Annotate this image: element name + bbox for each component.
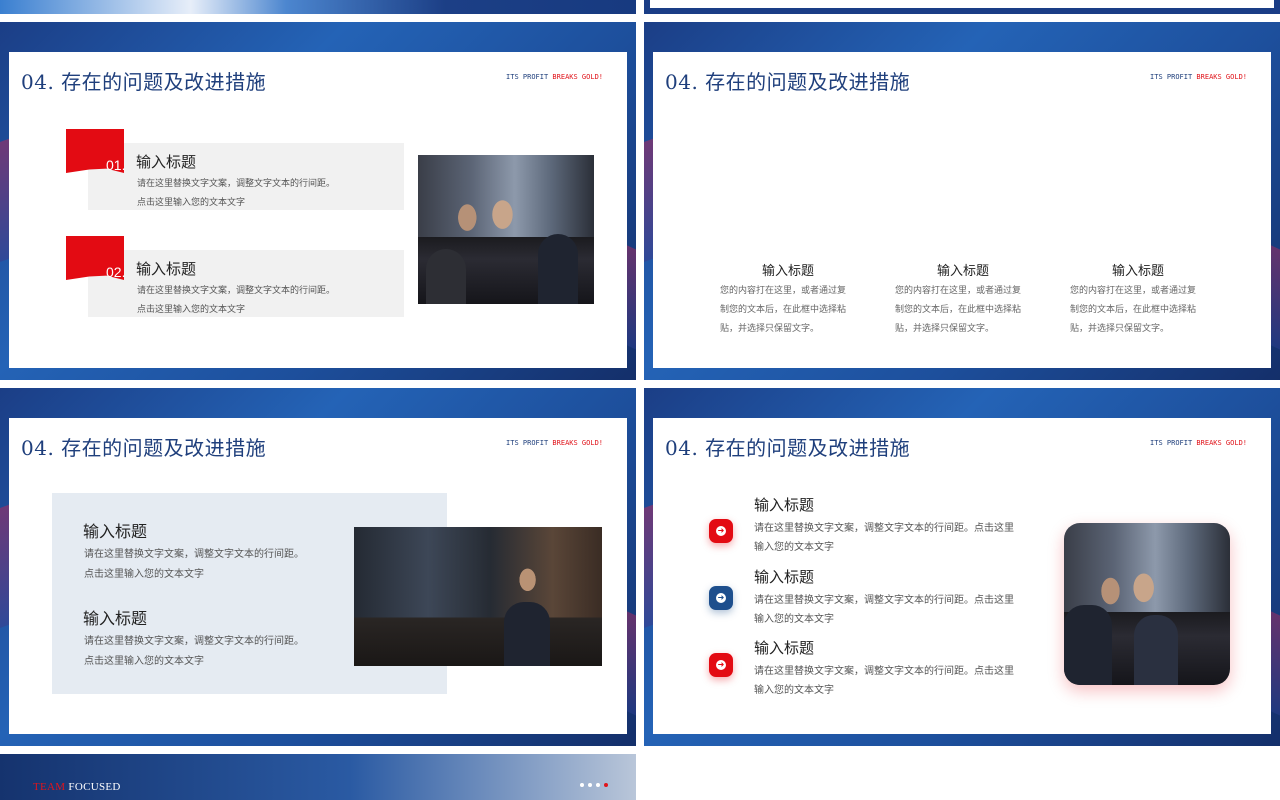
- slide-thumbnail-1[interactable]: 04. 存在的问题及改进措施 ITS PROFIT BREAKS GOLD! 0…: [0, 22, 636, 380]
- brand-text: TEAM FOCUSED: [33, 781, 121, 793]
- arrow-right-icon: ➜: [709, 653, 733, 677]
- item-body: 请在这里替换文字文案，调整文字文本的行间距。点击这里输入您的文本文字: [754, 523, 1014, 553]
- slide-card: 04. 存在的问题及改进措施 ITS PROFIT BREAKS GOLD! 0…: [9, 52, 627, 368]
- slide-title: 04. 存在的问题及改进措施: [21, 70, 267, 94]
- arrow-right-icon: ➜: [709, 519, 733, 543]
- item-number: 02.: [106, 264, 126, 280]
- meeting-photo: [1064, 523, 1230, 685]
- item-title: 输入标题: [136, 261, 197, 278]
- item-body: 您的内容打在这里，或者通过复 制您的文本后，在此框中选择粘 贴，并选择只保留文字。: [1070, 286, 1197, 334]
- slide-thumbnail-2[interactable]: 04. 存在的问题及改进措施 ITS PROFIT BREAKS GOLD! 0…: [644, 22, 1280, 380]
- item-title: 输入标题: [754, 640, 815, 657]
- list-item: 01. 输入标题 请在这里替换文字文案，调整文字文本的行间距。 点击这里输入您的文…: [66, 129, 404, 210]
- slide-tagline: ITS PROFIT BREAKS GOLD!: [1150, 73, 1247, 81]
- item-body: 请在这里替换文字文案，调整文字文本的行间距。点击这里输入您的文本文字: [137, 179, 336, 208]
- slide-tagline: ITS PROFIT BREAKS GOLD!: [506, 439, 603, 447]
- item-title: 输入标题: [754, 569, 815, 586]
- item-body: 您的内容打在这里，或者通过复 制您的文本后，在此框中选择粘 贴，并选择只保留文字。: [895, 286, 1022, 334]
- item-body: 请在这里替换文字文案，调整文字文本的行间距。点击这里输入您的文本文字: [754, 595, 1014, 625]
- item-title: 输入标题: [936, 263, 989, 278]
- meeting-photo: [418, 155, 594, 304]
- pagination-dots: [580, 783, 608, 787]
- slide-thumbnail-top-left[interactable]: [0, 0, 636, 14]
- item-title: 输入标题: [83, 611, 148, 628]
- item-title: 输入标题: [83, 524, 148, 541]
- slide-thumbnail-5[interactable]: TEAM FOCUSED: [0, 754, 636, 800]
- item-title: 输入标题: [754, 497, 815, 514]
- slide-thumbnail-4[interactable]: 04. 存在的问题及改进措施 ITS PROFIT BREAKS GOLD! ➜…: [644, 388, 1280, 746]
- item-number: 01.: [106, 157, 126, 173]
- slide-title: 04. 存在的问题及改进措施: [21, 436, 267, 460]
- arrow-right-icon: ➜: [709, 586, 733, 610]
- item-body: 请在这里替换文字文案，调整文字文本的行间距。点击这里输入您的文本文字: [137, 286, 336, 315]
- item-body: 请在这里替换文字文案，调整文字文本的行间距。点击这里输入您的文本文字: [84, 549, 304, 580]
- office-photo: [354, 527, 602, 666]
- item-body: 您的内容打在这里，或者通过复 制您的文本后，在此框中选择粘 贴，并选择只保留文字。: [720, 286, 847, 334]
- slide-tagline: ITS PROFIT BREAKS GOLD!: [506, 73, 603, 81]
- list-item: 02. 输入标题 请在这里替换文字文案，调整文字文本的行间距。 点击这里输入您的文…: [66, 236, 404, 317]
- item-title: 输入标题: [1111, 263, 1164, 278]
- slide-thumbnail-3[interactable]: 04. 存在的问题及改进措施 ITS PROFIT BREAKS GOLD! 输…: [0, 388, 636, 746]
- item-title: 输入标题: [136, 154, 197, 171]
- item-title: 输入标题: [761, 263, 814, 278]
- item-body: 请在这里替换文字文案，调整文字文本的行间距。点击这里输入您的文本文字: [754, 666, 1014, 696]
- item-body: 请在这里替换文字文案，调整文字文本的行间距。点击这里输入您的文本文字: [84, 636, 304, 667]
- slide-thumbnail-top-right[interactable]: [644, 0, 1280, 14]
- slide-title: 04. 存在的问题及改进措施: [665, 70, 911, 94]
